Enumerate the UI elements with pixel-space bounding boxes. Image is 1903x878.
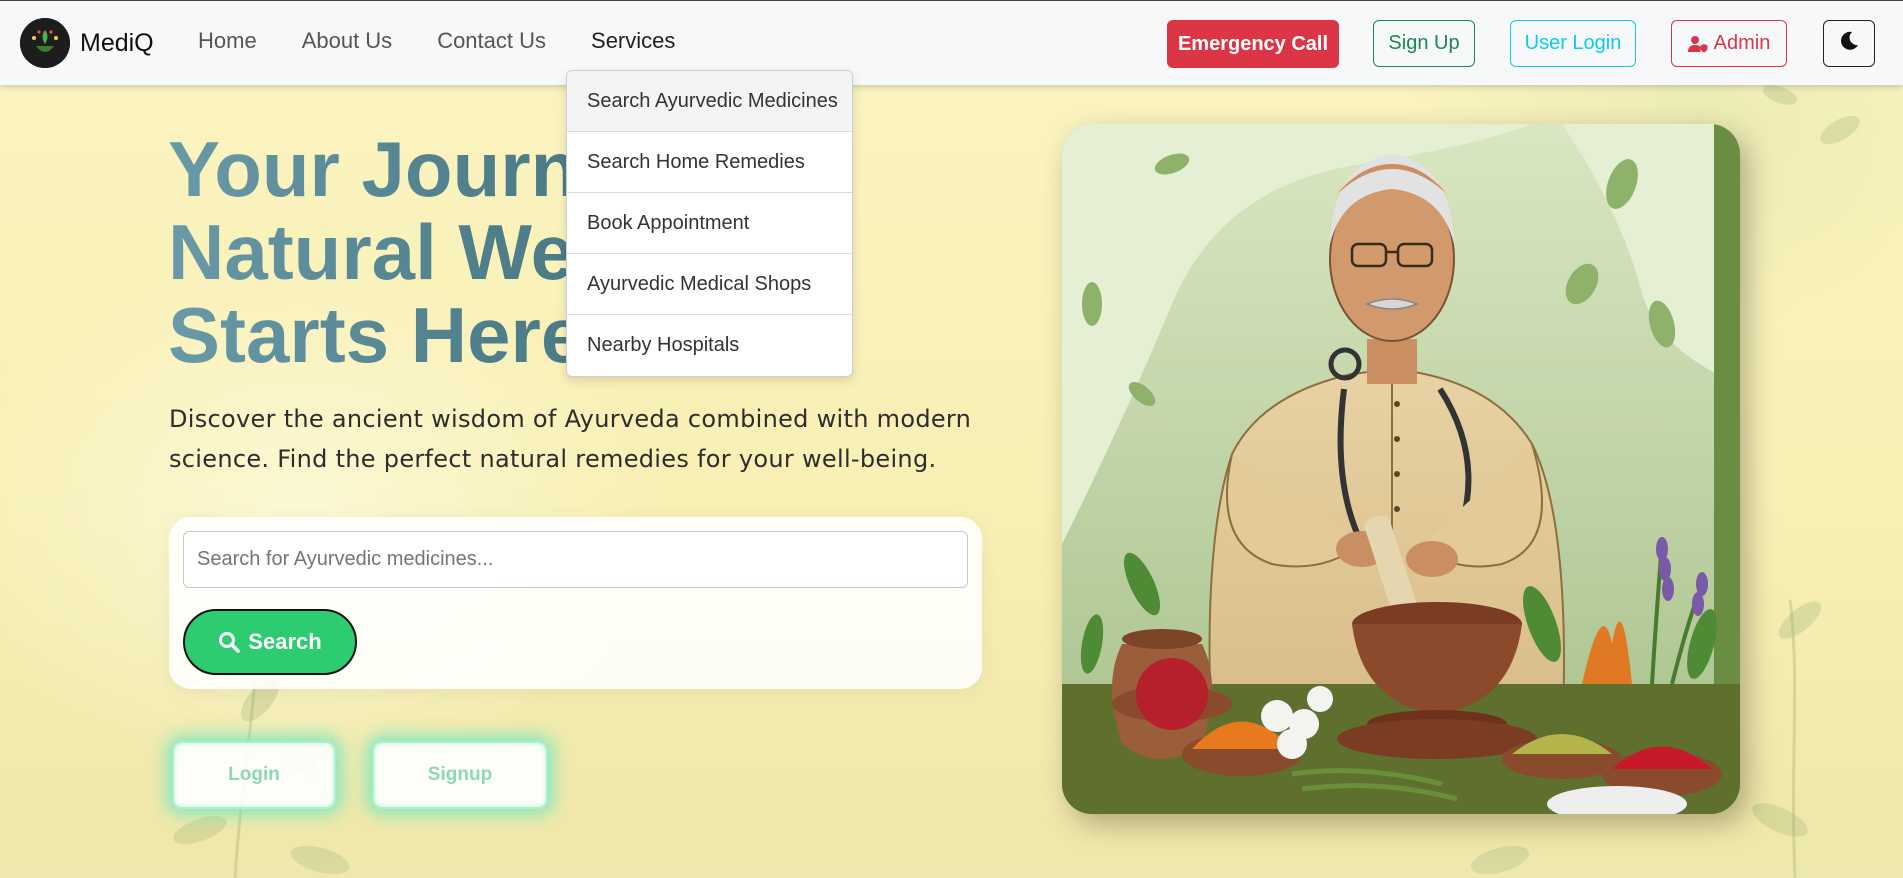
navbar: MediQ Home About Us Contact Us Services … (0, 0, 1903, 85)
dropdown-item-search-home-remedies[interactable]: Search Home Remedies (567, 132, 852, 193)
moon-icon (1838, 30, 1860, 58)
user-shield-icon (1687, 35, 1708, 53)
dropdown-item-ayurvedic-medical-shops[interactable]: Ayurvedic Medical Shops (567, 254, 852, 315)
nav-about-us[interactable]: About Us (302, 28, 393, 54)
nav-contact-us[interactable]: Contact Us (437, 28, 546, 54)
hero-login-button[interactable]: Login (172, 741, 336, 809)
search-button[interactable]: Search (183, 609, 357, 675)
hero-signup-button[interactable]: Signup (372, 741, 548, 809)
brand-name: MediQ (80, 28, 154, 57)
user-login-button[interactable]: User Login (1510, 20, 1636, 67)
dropdown-item-book-appointment[interactable]: Book Appointment (567, 193, 852, 254)
emergency-call-button[interactable]: Emergency Call (1167, 20, 1339, 68)
search-input[interactable] (183, 531, 968, 588)
search-icon (218, 631, 241, 653)
brand[interactable]: MediQ (20, 18, 154, 68)
nav-links: Home About Us Contact Us Services (198, 28, 720, 54)
dropdown-item-search-ayurvedic-medicines[interactable]: Search Ayurvedic Medicines (567, 71, 852, 132)
dropdown-item-nearby-hospitals[interactable]: Nearby Hospitals (567, 315, 852, 376)
bottom-strip (0, 858, 1903, 878)
admin-button[interactable]: Admin (1671, 20, 1787, 67)
search-button-label: Search (248, 629, 322, 654)
sign-up-button[interactable]: Sign Up (1373, 20, 1475, 67)
search-card: Search (169, 517, 982, 689)
nav-home[interactable]: Home (198, 28, 257, 54)
mortar-leaf-logo-icon (20, 18, 70, 68)
nav-services[interactable]: Services (591, 28, 675, 54)
hero-description: Discover the ancient wisdom of Ayurveda … (169, 405, 972, 473)
admin-button-label: Admin (1713, 32, 1771, 54)
services-dropdown-menu: Search Ayurvedic Medicines Search Home R… (566, 70, 853, 377)
ayurvedic-doctor-illustration (1062, 124, 1740, 814)
theme-toggle-button[interactable] (1823, 20, 1875, 67)
